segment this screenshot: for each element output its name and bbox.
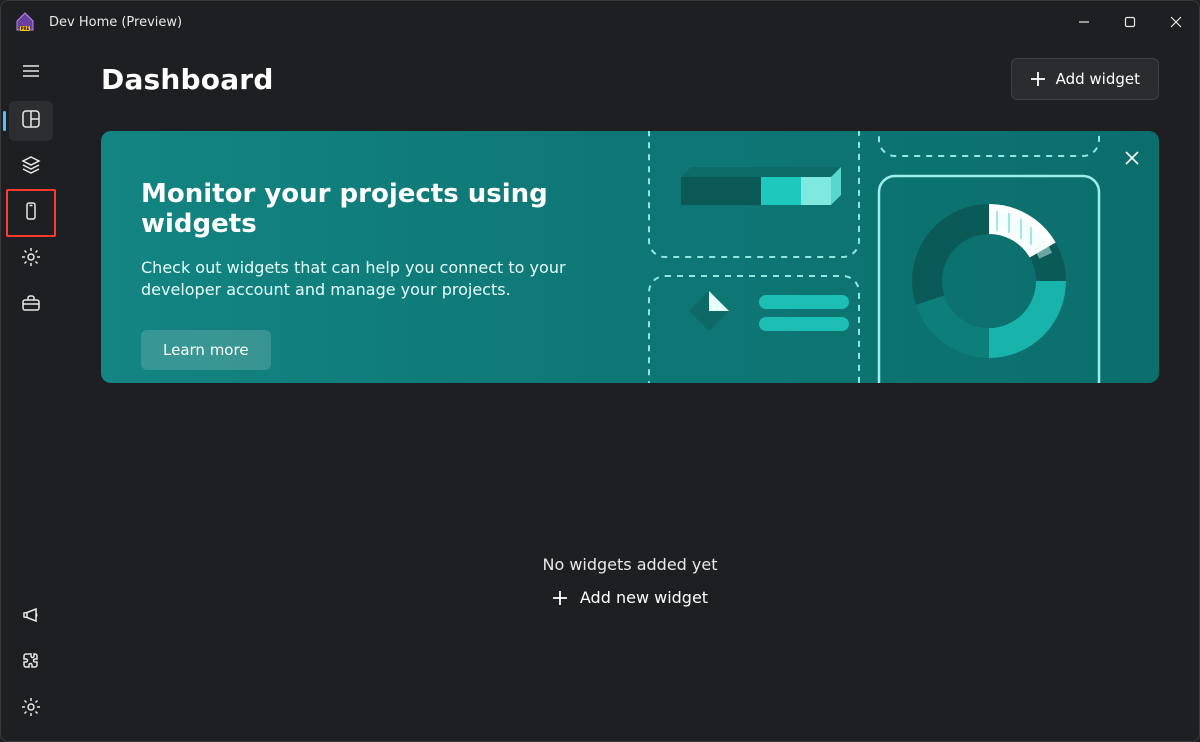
gear-icon [21,697,41,721]
sidebar-item-settings[interactable] [9,689,53,729]
close-icon [1125,151,1139,165]
puzzle-icon [21,651,41,675]
banner-text-block: Monitor your projects using widgets Chec… [101,131,661,383]
add-new-widget-label: Add new widget [580,588,708,607]
learn-more-label: Learn more [163,341,249,359]
window-maximize-button[interactable] [1107,1,1153,43]
sidebar-item-whatsnew[interactable] [9,597,53,637]
sidebar-item-dashboard[interactable] [9,101,53,141]
sidebar-item-machine-config[interactable] [9,147,53,187]
banner-title: Monitor your projects using widgets [141,179,621,239]
app-icon: PRE [13,10,37,34]
sidebar-item-utilities[interactable] [9,285,53,325]
sidebar [1,43,61,741]
add-new-widget-button[interactable]: Add new widget [544,584,716,611]
empty-state: No widgets added yet Add new widget [542,555,717,611]
learn-more-button[interactable]: Learn more [141,330,271,370]
layers-icon [21,155,41,179]
sidebar-top-group [1,49,61,327]
info-banner: Monitor your projects using widgets Chec… [101,131,1159,383]
banner-description: Check out widgets that can help you conn… [141,257,621,302]
sidebar-item-environments[interactable] [9,193,53,233]
empty-heading: No widgets added yet [542,555,717,574]
hamburger-icon [21,61,41,81]
sidebar-item-customization[interactable] [9,239,53,279]
main-content: Dashboard Add widget Monitor your projec… [61,43,1199,741]
gear-small-icon [21,247,41,271]
plus-icon [1030,71,1046,87]
toolbox-icon [21,293,41,317]
sidebar-hamburger-button[interactable] [9,51,53,91]
window-controls [1061,1,1199,43]
sidebar-bottom-group [1,595,61,731]
page-header: Dashboard Add widget [101,43,1159,115]
banner-close-button[interactable] [1117,143,1147,173]
banner-illustration [639,131,1159,383]
dashboard-icon [21,109,41,133]
window-minimize-button[interactable] [1061,1,1107,43]
title-bar: PRE Dev Home (Preview) [1,1,1199,43]
device-icon [21,201,41,225]
page-title: Dashboard [101,63,274,96]
window-close-button[interactable] [1153,1,1199,43]
plus-icon [552,590,568,606]
add-widget-label: Add widget [1056,70,1140,88]
megaphone-icon [21,605,41,629]
title-bar-left: PRE Dev Home (Preview) [13,10,182,34]
sidebar-item-extensions[interactable] [9,643,53,683]
svg-text:PRE: PRE [21,26,30,31]
app-title: Dev Home (Preview) [49,15,182,30]
add-widget-button[interactable]: Add widget [1011,58,1159,100]
